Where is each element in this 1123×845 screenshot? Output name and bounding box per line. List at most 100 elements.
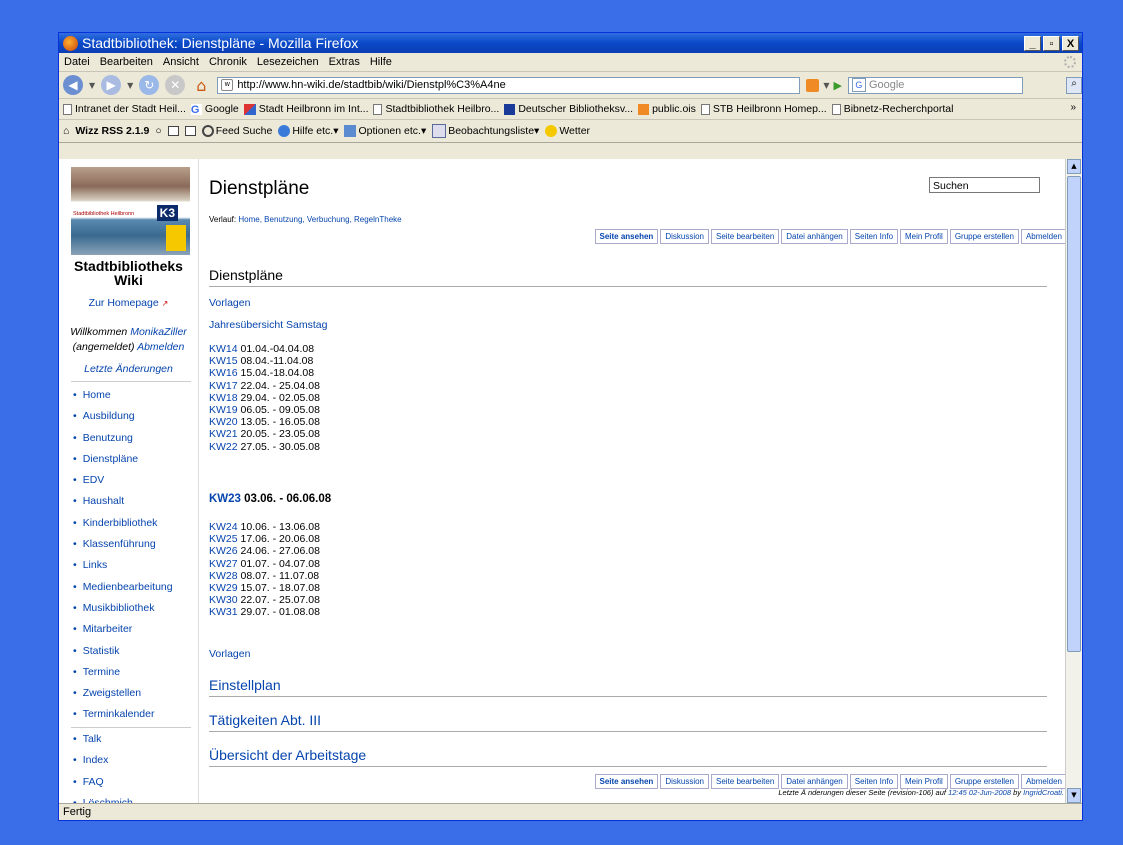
menu-extras[interactable]: Extras (329, 56, 360, 68)
week-link[interactable]: KW17 (209, 380, 238, 392)
chevron-down-icon[interactable]: ▼ (823, 81, 829, 90)
tab-diskussion[interactable]: Diskussion (660, 774, 709, 789)
home-icon[interactable]: ⌂ (63, 125, 69, 137)
menu-bearbeiten[interactable]: Bearbeiten (100, 56, 153, 68)
week-link[interactable]: KW23 (209, 493, 241, 505)
tab-datei-anhaengen[interactable]: Datei anhängen (781, 229, 848, 244)
scroll-up-button[interactable]: ▲ (1067, 159, 1081, 174)
bookmark-item[interactable]: public.ois (638, 103, 696, 115)
feed-search-item[interactable]: Feed Suche (201, 125, 272, 138)
forward-button[interactable]: ▶ (101, 75, 122, 95)
week-link[interactable]: KW14 (209, 343, 238, 355)
user-link[interactable]: MonikaZiller (130, 326, 187, 338)
window-icon[interactable] (167, 126, 179, 136)
bookmark-item[interactable]: STB Heilbronn Homep... (700, 103, 827, 115)
sidebar-item-dienstplaene[interactable]: Dienstpläne (73, 449, 173, 470)
tab-mein-profil[interactable]: Mein Profil (900, 229, 948, 244)
chevron-down-icon[interactable]: ▼ (89, 81, 95, 90)
tab-seite-ansehen[interactable]: Seite ansehen (594, 774, 659, 789)
sidebar-item-haushalt[interactable]: Haushalt (73, 491, 173, 512)
tab-abmelden[interactable]: Abmelden (1020, 229, 1067, 244)
maximize-button[interactable]: ▫ (1043, 35, 1060, 51)
bookmark-item[interactable]: Deutscher Bibliotheksv... (504, 103, 633, 115)
close-button[interactable]: X (1062, 35, 1079, 51)
sidebar-item-terminkalender[interactable]: Terminkalender (73, 704, 173, 725)
minimize-button[interactable]: _ (1024, 35, 1041, 51)
menu-lesezeichen[interactable]: Lesezeichen (257, 56, 319, 68)
week-link[interactable]: KW29 (209, 582, 238, 594)
sidebar-item-klassenfuehrung[interactable]: Klassenführung (73, 534, 173, 555)
tab-gruppe-erstellen[interactable]: Gruppe erstellen (949, 229, 1019, 244)
tab-seite-bearbeiten[interactable]: Seite bearbeiten (711, 229, 780, 244)
tab-seiten-info[interactable]: Seiten Info (849, 774, 899, 789)
sidebar-item-home[interactable]: Home (73, 385, 173, 406)
back-button[interactable]: ◀ (63, 75, 83, 95)
watchlist-item[interactable]: Beobachtungsliste▾ (432, 124, 539, 138)
week-link[interactable]: KW31 (209, 606, 238, 618)
week-link[interactable]: KW26 (209, 545, 238, 557)
section-einstellplan[interactable]: Einstellplan (209, 677, 1047, 697)
url-bar[interactable]: w http://www.hn-wiki.de/stadtbib/wiki/Di… (217, 76, 801, 94)
homepage-link[interactable]: Zur Homepage ↗ (59, 297, 198, 309)
bookmark-item[interactable]: Stadtbibliothek Heilbro... (373, 103, 499, 115)
tab-datei-anhaengen[interactable]: Datei anhängen (781, 774, 848, 789)
week-link[interactable]: KW25 (209, 533, 238, 545)
tab-mein-profil[interactable]: Mein Profil (900, 774, 948, 789)
bookmark-item[interactable]: Stadt Heilbronn im Int... (243, 103, 368, 115)
wiki-search-input[interactable]: Suchen (929, 177, 1040, 193)
url-text[interactable]: http://www.hn-wiki.de/stadtbib/wiki/Dien… (237, 79, 505, 91)
vorlagen-link[interactable]: Vorlagen (209, 648, 250, 660)
menu-chronik[interactable]: Chronik (209, 56, 247, 68)
bookmark-item[interactable]: Bibnetz-Recherchportal (831, 103, 953, 115)
sidebar-item-edv[interactable]: EDV (73, 470, 173, 491)
scroll-down-button[interactable]: ▼ (1067, 788, 1081, 803)
options-item[interactable]: Optionen etc.▾ (344, 125, 426, 138)
sidebar-item-index[interactable]: Index (73, 750, 133, 771)
tab-abmelden[interactable]: Abmelden (1020, 774, 1067, 789)
author-link[interactable]: IngridCroati. (1023, 788, 1064, 797)
section-taetigkeiten[interactable]: Tätigkeiten Abt. III (209, 712, 1047, 732)
sidebar-item-mitarbeiter[interactable]: Mitarbeiter (73, 619, 173, 640)
go-icon[interactable]: ▶ (833, 79, 841, 92)
tab-diskussion[interactable]: Diskussion (660, 229, 709, 244)
week-link[interactable]: KW20 (209, 416, 238, 428)
sidebar-item-links[interactable]: Links (73, 555, 173, 576)
week-link[interactable]: KW18 (209, 392, 238, 404)
rss-feed-icon[interactable] (806, 78, 820, 92)
google-icon[interactable]: G (851, 78, 866, 92)
scroll-thumb[interactable] (1067, 176, 1081, 652)
tab-seite-ansehen[interactable]: Seite ansehen (594, 229, 659, 244)
jahresuebersicht-link[interactable]: Jahresübersicht Samstag (209, 319, 327, 331)
window-icon[interactable] (184, 126, 196, 136)
search-input[interactable]: G Google (847, 76, 1023, 94)
menu-ansicht[interactable]: Ansicht (163, 56, 199, 68)
week-link[interactable]: KW24 (209, 521, 238, 533)
week-link[interactable]: KW15 (209, 355, 238, 367)
weather-item[interactable]: Wetter (545, 125, 590, 138)
sidebar-item-faq[interactable]: FAQ (73, 772, 133, 793)
home-button[interactable]: ⌂ (191, 75, 211, 95)
week-link[interactable]: KW30 (209, 594, 238, 606)
sidebar-item-kinderbibliothek[interactable]: Kinderbibliothek (73, 513, 173, 534)
sidebar-item-loeschmich[interactable]: Löschmich (73, 793, 133, 803)
stop-button[interactable]: ✕ (165, 75, 186, 95)
sidebar-item-talk[interactable]: Talk (73, 729, 133, 750)
menu-datei[interactable]: Datei (64, 56, 90, 68)
library-logo[interactable]: Stadtbibliothek Heilbronn K3 (71, 167, 190, 255)
vertical-scrollbar[interactable]: ▲ ▼ (1065, 159, 1082, 803)
chevron-down-icon[interactable]: ▼ (127, 81, 133, 90)
sidebar-item-ausbildung[interactable]: Ausbildung (73, 406, 173, 427)
revision-date-link[interactable]: 12:45 02-Jun-2008 (948, 788, 1011, 797)
week-link[interactable]: KW22 (209, 441, 238, 453)
tab-seiten-info[interactable]: Seiten Info (849, 229, 899, 244)
recent-changes-link[interactable]: Letzte Änderungen (59, 363, 198, 375)
chevron-right-icon[interactable]: » (1070, 102, 1076, 113)
logout-link[interactable]: Abmelden (137, 341, 184, 353)
bookmark-item[interactable]: G Google (190, 103, 239, 116)
sidebar-item-termine[interactable]: Termine (73, 662, 173, 683)
bookmark-item[interactable]: Intranet der Stadt Heil... (63, 103, 186, 115)
wizz-rss-label[interactable]: Wizz RSS 2.1.9 (75, 125, 149, 137)
sidebar-item-medienbearbeitung[interactable]: Medienbearbeitung (73, 577, 173, 598)
vorlagen-link[interactable]: Vorlagen (209, 297, 250, 309)
tab-gruppe-erstellen[interactable]: Gruppe erstellen (949, 774, 1019, 789)
